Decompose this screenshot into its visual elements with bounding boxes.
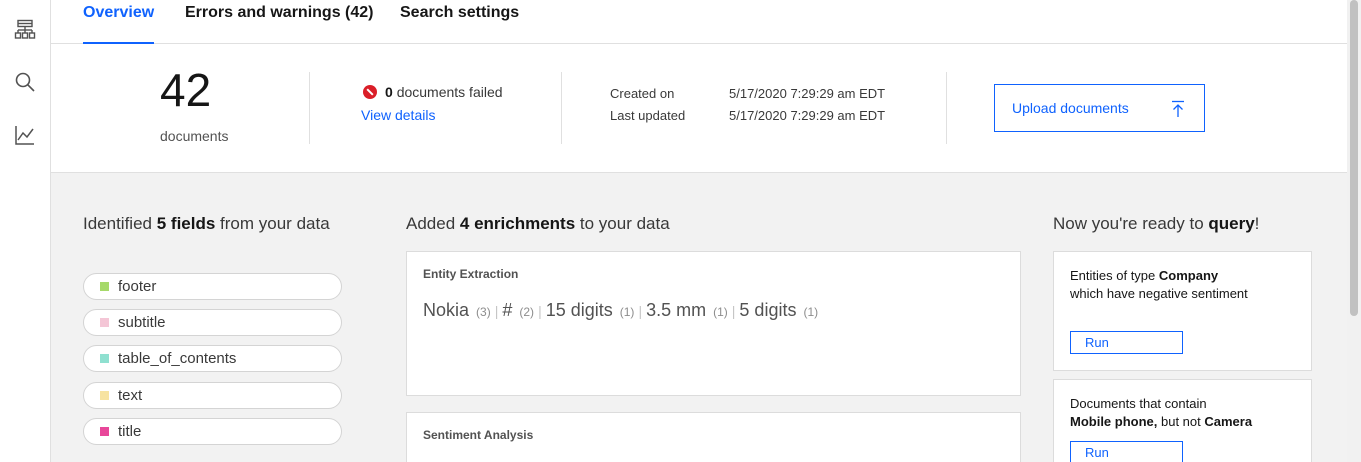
entity-name: 3.5 mm — [646, 300, 707, 320]
created-on-label: Created on — [610, 86, 675, 101]
query-heading-pre: Now you're ready to — [1053, 214, 1209, 233]
sentiment-analysis-card: Sentiment Analysis — [406, 412, 1021, 462]
entity-count: (2) — [519, 305, 535, 319]
failed-documents-text: 0 documents failed — [385, 84, 503, 100]
field-label: subtitle — [118, 314, 166, 331]
run-query-button[interactable]: Run — [1070, 331, 1183, 354]
separator: | — [538, 303, 542, 319]
field-item-subtitle[interactable]: subtitle — [83, 309, 342, 336]
field-label: text — [118, 387, 143, 404]
enrichments-heading-pre: Added — [406, 214, 460, 233]
run-query-button[interactable]: Run — [1070, 441, 1183, 462]
upload-documents-button[interactable]: Upload documents — [994, 84, 1205, 132]
fields-heading-pre: Identified — [83, 214, 157, 233]
card-title: Sentiment Analysis — [423, 428, 534, 442]
entity-name: Nokia — [423, 300, 470, 320]
query-suggestion-text: Documents that contain Mobile phone, but … — [1070, 395, 1270, 431]
entity-count: (3) — [476, 305, 491, 319]
tab-search-settings[interactable]: Search settings — [400, 0, 519, 44]
field-item-text[interactable]: text — [83, 382, 342, 409]
entity-item[interactable]: 3.5 mm (1) — [646, 300, 728, 320]
separator: | — [638, 303, 643, 319]
fields-heading-bold: 5 fields — [156, 214, 216, 233]
entity-item[interactable]: 15 digits (1) — [546, 300, 635, 320]
field-color-swatch — [100, 354, 109, 363]
created-on-value: 5/17/2020 7:29:29 am EDT — [729, 86, 886, 101]
upload-icon — [1172, 100, 1184, 117]
vertical-scrollbar[interactable] — [1347, 0, 1361, 462]
fields-heading-post: from your data — [215, 214, 330, 233]
tab-errors-and-warnings[interactable]: Errors and warnings (42) — [185, 0, 374, 44]
upload-documents-label: Upload documents — [1012, 100, 1129, 116]
divider — [309, 72, 310, 144]
entity-count: (1) — [713, 305, 728, 319]
entity-name: 5 digits — [739, 300, 797, 320]
scrollbar-thumb[interactable] — [1350, 0, 1358, 316]
entity-item[interactable]: Nokia (3) — [423, 300, 491, 320]
field-color-swatch — [100, 318, 109, 327]
fields-heading: Identified 5 fields from your data — [83, 213, 333, 235]
overview-content: Identified 5 fields from your data foote… — [51, 173, 1347, 462]
separator: | — [494, 303, 499, 319]
enrichments-heading-post: to your data — [575, 214, 670, 233]
tab-overview[interactable]: Overview — [83, 0, 155, 45]
divider — [946, 72, 947, 144]
query-heading: Now you're ready to query! — [1053, 213, 1259, 235]
field-item-table-of-contents[interactable]: table_of_contents — [83, 345, 342, 372]
last-updated-label: Last updated — [610, 108, 686, 123]
divider — [561, 72, 562, 144]
entity-list: Nokia (3) | # (2) | 15 digits (1) | 3.5 mm (1)… — [423, 300, 818, 321]
query-suggestion-card: Documents that contain Mobile phone, but … — [1053, 379, 1312, 462]
field-color-swatch — [100, 282, 109, 291]
document-count: 42 — [160, 64, 212, 116]
query-text-bold: Company — [1158, 268, 1219, 283]
failed-label: documents failed — [396, 84, 503, 100]
entity-extraction-card: Entity Extraction Nokia (3) | # (2) | 15 dig… — [406, 251, 1021, 396]
entity-count: (1) — [619, 305, 635, 319]
enrichments-heading: Added 4 enrichments to your data — [406, 213, 670, 235]
query-text-bold: Camera — [1204, 414, 1253, 429]
entity-name: 15 digits — [545, 300, 613, 320]
entity-item[interactable]: # (2) — [502, 300, 534, 320]
entity-name: # — [502, 300, 513, 320]
query-text-part: which have negative sentiment — [1070, 286, 1248, 301]
query-heading-bold: query — [1208, 214, 1255, 233]
view-details-link[interactable]: View details — [361, 107, 435, 123]
query-text-part: Documents that contain — [1070, 396, 1207, 411]
search-icon[interactable] — [13, 70, 37, 94]
summary-strip: 42 documents 0 documents failed View det… — [51, 44, 1347, 173]
tab-bar: Overview Errors and warnings (42) Search… — [51, 0, 1347, 45]
main-area: Overview Errors and warnings (42) Search… — [51, 0, 1347, 462]
field-item-title[interactable]: title — [83, 418, 342, 445]
field-label: title — [118, 423, 142, 440]
field-item-footer[interactable]: footer — [83, 273, 342, 300]
field-color-swatch — [100, 391, 109, 400]
field-color-swatch — [100, 427, 109, 436]
left-rail — [0, 0, 51, 462]
query-text-part: but not — [1157, 414, 1205, 429]
entity-item[interactable]: 5 digits (1) — [739, 300, 818, 320]
query-suggestion-text: Entities of type Company which have negat… — [1070, 267, 1270, 303]
field-label: footer — [118, 278, 157, 295]
card-title: Entity Extraction — [423, 267, 519, 281]
field-label: table_of_contents — [118, 350, 237, 367]
document-count-label: documents — [160, 128, 229, 144]
last-updated-value: 5/17/2020 7:29:29 am EDT — [729, 108, 886, 123]
query-text-bold: Mobile phone, — [1070, 414, 1158, 429]
query-suggestion-card: Entities of type Company which have negat… — [1053, 251, 1312, 371]
analytics-icon[interactable] — [13, 123, 37, 147]
query-heading-post: ! — [1254, 214, 1260, 233]
separator: | — [731, 303, 736, 319]
failed-count: 0 — [385, 84, 393, 100]
error-icon — [363, 85, 377, 99]
entity-count: (1) — [803, 305, 819, 319]
collection-tree-icon[interactable] — [13, 18, 37, 42]
enrichments-heading-bold: 4 enrichments — [459, 214, 576, 233]
query-text-part: Entities of type — [1070, 268, 1159, 283]
